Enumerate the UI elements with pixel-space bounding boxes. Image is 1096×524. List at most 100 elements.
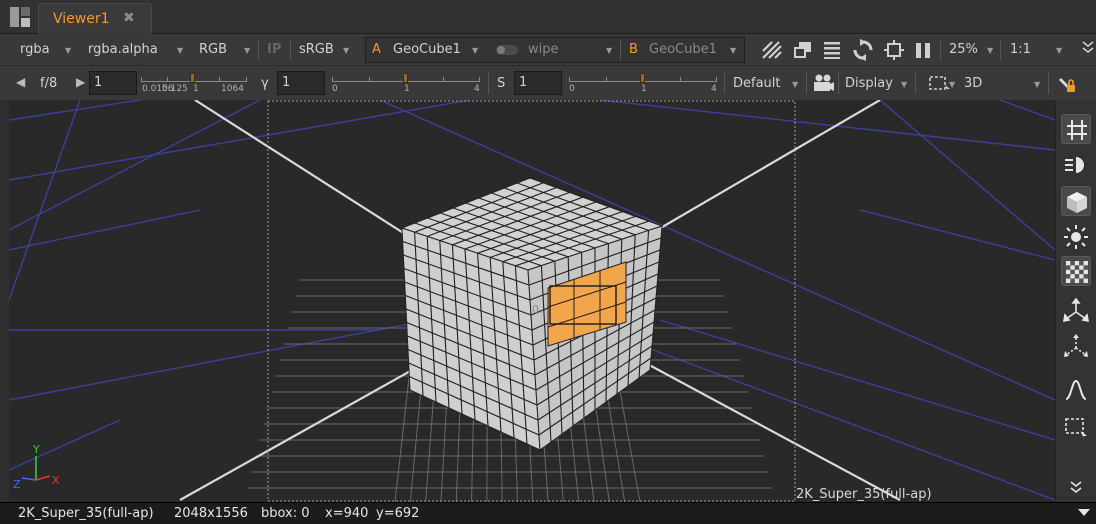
- tab-viewer1-label: Viewer1: [53, 11, 110, 27]
- viewer-left-edge: [0, 100, 9, 502]
- curve-icon[interactable]: [1061, 375, 1091, 405]
- chevron-down-icon[interactable]: ▼: [949, 80, 955, 89]
- chevron-down-icon[interactable]: ▼: [730, 46, 736, 55]
- roi-icon[interactable]: [884, 40, 904, 64]
- axis-z-label: Z: [13, 478, 21, 491]
- axis-y-label: Y: [32, 443, 40, 456]
- input-a-tag: A: [372, 42, 381, 57]
- divider: [258, 40, 259, 60]
- close-tab-icon[interactable]: ✖: [123, 10, 135, 26]
- gain-slider[interactable]: 0.0156 0.125 1 1064: [141, 70, 247, 96]
- saturation-tick-label: 1: [641, 84, 647, 94]
- axis-x-label: X: [52, 474, 60, 487]
- grid-line: [879, 100, 1055, 251]
- list-icon[interactable]: [822, 40, 842, 64]
- refresh-icon[interactable]: [852, 39, 874, 65]
- input-b-dropdown[interactable]: GeoCube1: [649, 42, 717, 57]
- proxy-dropdown[interactable]: 1:1: [1010, 42, 1031, 57]
- expand-toolbar-icon[interactable]: [1082, 40, 1094, 59]
- gain-tick-label: 0.125: [162, 84, 188, 94]
- stripes-icon[interactable]: [762, 40, 782, 64]
- chevron-down-icon[interactable]: ▼: [1056, 46, 1062, 55]
- lut-dropdown[interactable]: sRGB: [299, 42, 334, 57]
- zoom-dropdown[interactable]: 25%: [949, 42, 978, 57]
- gamma-input[interactable]: 1: [277, 71, 325, 95]
- viewer-toolbar-top: rgba ▼ rgba.alpha ▼ RGB ▼ IP sRGB ▼ A Ge…: [0, 34, 1096, 66]
- expand-icon[interactable]: [1061, 478, 1091, 498]
- divider: [290, 40, 291, 60]
- sun-icon[interactable]: [1061, 222, 1091, 252]
- region-icon[interactable]: [1061, 413, 1091, 443]
- move-icon[interactable]: [1061, 296, 1091, 326]
- axis-line: [194, 100, 431, 251]
- status-menu-icon[interactable]: [1078, 509, 1090, 516]
- cube-icon[interactable]: [1061, 186, 1091, 216]
- light-icon[interactable]: [1061, 150, 1091, 180]
- pause-icon[interactable]: [914, 40, 932, 64]
- input-compare-group: A GeoCube1 ▼ wipe ▼ B GeoCube1 ▼: [365, 37, 745, 63]
- chevron-down-icon[interactable]: ▼: [343, 46, 349, 55]
- axis-line: [639, 100, 881, 241]
- saturation-slider[interactable]: 0 1 4: [569, 70, 717, 96]
- chevron-down-icon[interactable]: ▼: [65, 46, 71, 55]
- status-format: 2K_Super_35(full-ap): [18, 506, 154, 521]
- input-process-dropdown[interactable]: Default: [733, 76, 781, 91]
- tab-bar: Viewer1 ✖: [0, 0, 1096, 34]
- divider: [724, 72, 725, 94]
- saturation-label: S: [497, 76, 506, 91]
- gain-tick-label: 1064: [221, 84, 244, 94]
- region-select-icon[interactable]: [929, 75, 951, 97]
- chevron-down-icon[interactable]: ▼: [244, 46, 250, 55]
- gain-input[interactable]: 1: [89, 71, 137, 95]
- display-dropdown[interactable]: Display: [845, 76, 893, 91]
- checkerboard-icon[interactable]: [1061, 256, 1091, 286]
- pane-menu-icon[interactable]: [10, 7, 30, 27]
- ip-toggle-button[interactable]: IP: [267, 42, 281, 57]
- viewer-canvas[interactable]: 0. Y X Z: [9, 100, 1055, 502]
- divider: [838, 72, 839, 94]
- fstop-increase-icon[interactable]: ▶: [76, 75, 85, 89]
- gain-tick-label: 1: [193, 84, 199, 94]
- divider: [915, 72, 916, 94]
- saturation-input[interactable]: 1: [514, 71, 562, 95]
- chevron-down-icon[interactable]: ▼: [606, 46, 612, 55]
- viewer-side-toolbar: [1055, 100, 1096, 502]
- gamma-slider[interactable]: 0 1 4: [332, 70, 480, 96]
- fstop-decrease-icon[interactable]: ◀: [16, 75, 25, 89]
- format-label: 2K_Super_35(full-ap): [796, 487, 932, 502]
- divider: [1000, 40, 1001, 60]
- saturation-tick-label: 0: [569, 84, 575, 94]
- overlay-icon[interactable]: [793, 40, 813, 64]
- grid-line: [599, 100, 1055, 151]
- tab-viewer1[interactable]: Viewer1 ✖: [38, 3, 152, 34]
- lock-icon[interactable]: [1056, 74, 1078, 98]
- grid-line: [9, 209, 201, 251]
- fstop-label: f/8: [40, 76, 58, 91]
- chevron-down-icon[interactable]: ▼: [792, 80, 798, 89]
- grid-icon[interactable]: [1061, 114, 1091, 144]
- chevron-down-icon[interactable]: ▼: [177, 46, 183, 55]
- chevron-down-icon[interactable]: ▼: [472, 46, 478, 55]
- scale-icon[interactable]: [1061, 332, 1091, 362]
- chevron-down-icon[interactable]: ▼: [901, 80, 907, 89]
- gamma-label: γ: [261, 76, 269, 91]
- grid-line: [999, 100, 1055, 121]
- gamma-tick-label: 4: [474, 84, 480, 94]
- wipe-dropdown[interactable]: wipe: [528, 42, 559, 57]
- alpha-channel-dropdown[interactable]: rgba.alpha: [88, 42, 158, 57]
- view-mode-dropdown[interactable]: 3D: [964, 76, 982, 91]
- viewer-toolbar-bottom: ◀ f/8 ▶ 1 0.0156 0.125 1 1064 γ 1 0 1 4 …: [0, 66, 1096, 100]
- camera-icon[interactable]: [813, 74, 835, 96]
- divider: [620, 40, 621, 60]
- input-b-tag: B: [629, 42, 638, 57]
- channels-dropdown[interactable]: rgba: [20, 42, 50, 57]
- chevron-down-icon[interactable]: ▼: [1034, 80, 1040, 89]
- cube-label: 0.: [532, 303, 543, 316]
- status-x-coordinate: x=940: [325, 506, 369, 521]
- display-channels-dropdown[interactable]: RGB: [199, 42, 227, 57]
- grid-line: [639, 344, 1055, 501]
- chevron-down-icon[interactable]: ▼: [987, 46, 993, 55]
- status-resolution: 2048x1556: [174, 506, 248, 521]
- wipe-toggle[interactable]: [496, 45, 518, 55]
- input-a-dropdown[interactable]: GeoCube1: [393, 42, 461, 57]
